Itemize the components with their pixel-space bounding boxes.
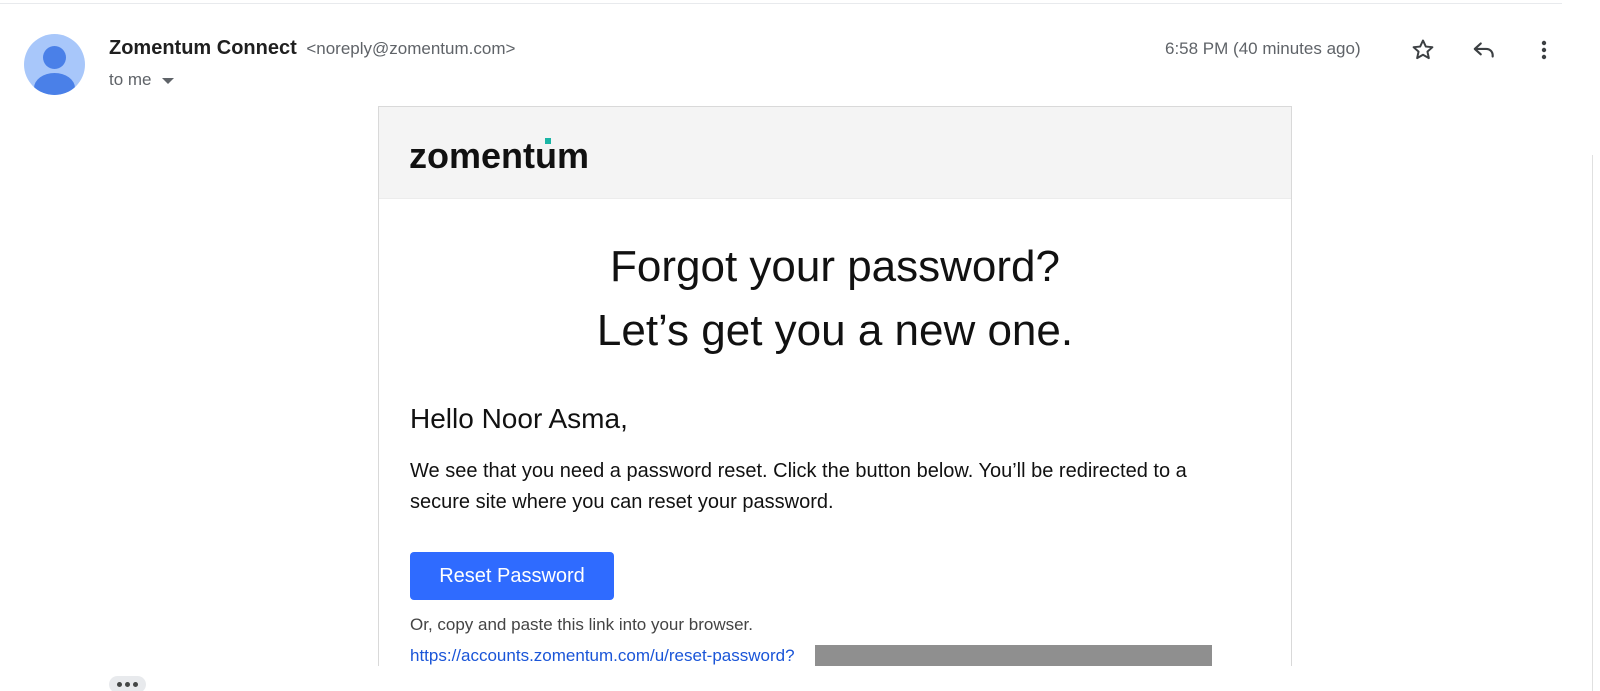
email-banner: zomentum [379, 107, 1291, 199]
body-paragraph: We see that you need a password reset. C… [410, 460, 1187, 513]
redacted-link-token [815, 645, 1212, 666]
more-vertical-icon [1541, 40, 1547, 60]
reply-icon [1473, 42, 1494, 58]
recipients-toggle[interactable]: to me [109, 70, 174, 90]
star-button[interactable] [1405, 32, 1441, 68]
sender-name[interactable]: Zomentum Connect [109, 37, 297, 59]
ellipsis-icon [117, 682, 122, 687]
copy-link-instruction: Or, copy and paste this link into your b… [410, 615, 754, 634]
email-headline: Forgot your password? Let’s get you a ne… [379, 235, 1291, 363]
reset-password-link[interactable]: https://accounts.zomentum.com/u/reset-pa… [410, 646, 795, 666]
svg-text:zomentum: zomentum [409, 135, 589, 175]
email-content-card: zomentum Forgot your password? Let’s get… [378, 106, 1292, 666]
reply-button[interactable] [1466, 32, 1502, 68]
sender-avatar[interactable] [24, 34, 85, 95]
scrollbar[interactable] [1592, 155, 1600, 691]
caret-down-icon [161, 78, 174, 84]
star-outline-icon [1412, 39, 1434, 60]
show-trimmed-content-button[interactable] [109, 676, 146, 691]
sender-email: <noreply@zomentum.com> [306, 39, 516, 58]
headline-line-2: Let’s get you a new one. [596, 306, 1074, 355]
headline-line-1: Forgot your password? [610, 242, 1060, 291]
reset-password-button[interactable]: Reset Password [410, 552, 614, 600]
header-divider [0, 3, 1562, 4]
greeting: Hello Noor Asma, [410, 403, 628, 434]
person-avatar-icon [43, 46, 66, 69]
sender-line: Zomentum Connect <noreply@zomentum.com> [109, 37, 515, 60]
message-timestamp: 6:58 PM (40 minutes ago) [1165, 39, 1361, 58]
more-options-button[interactable] [1526, 32, 1562, 68]
recipient-label: to me [109, 70, 152, 89]
zomentum-logo: zomentum [409, 135, 589, 175]
